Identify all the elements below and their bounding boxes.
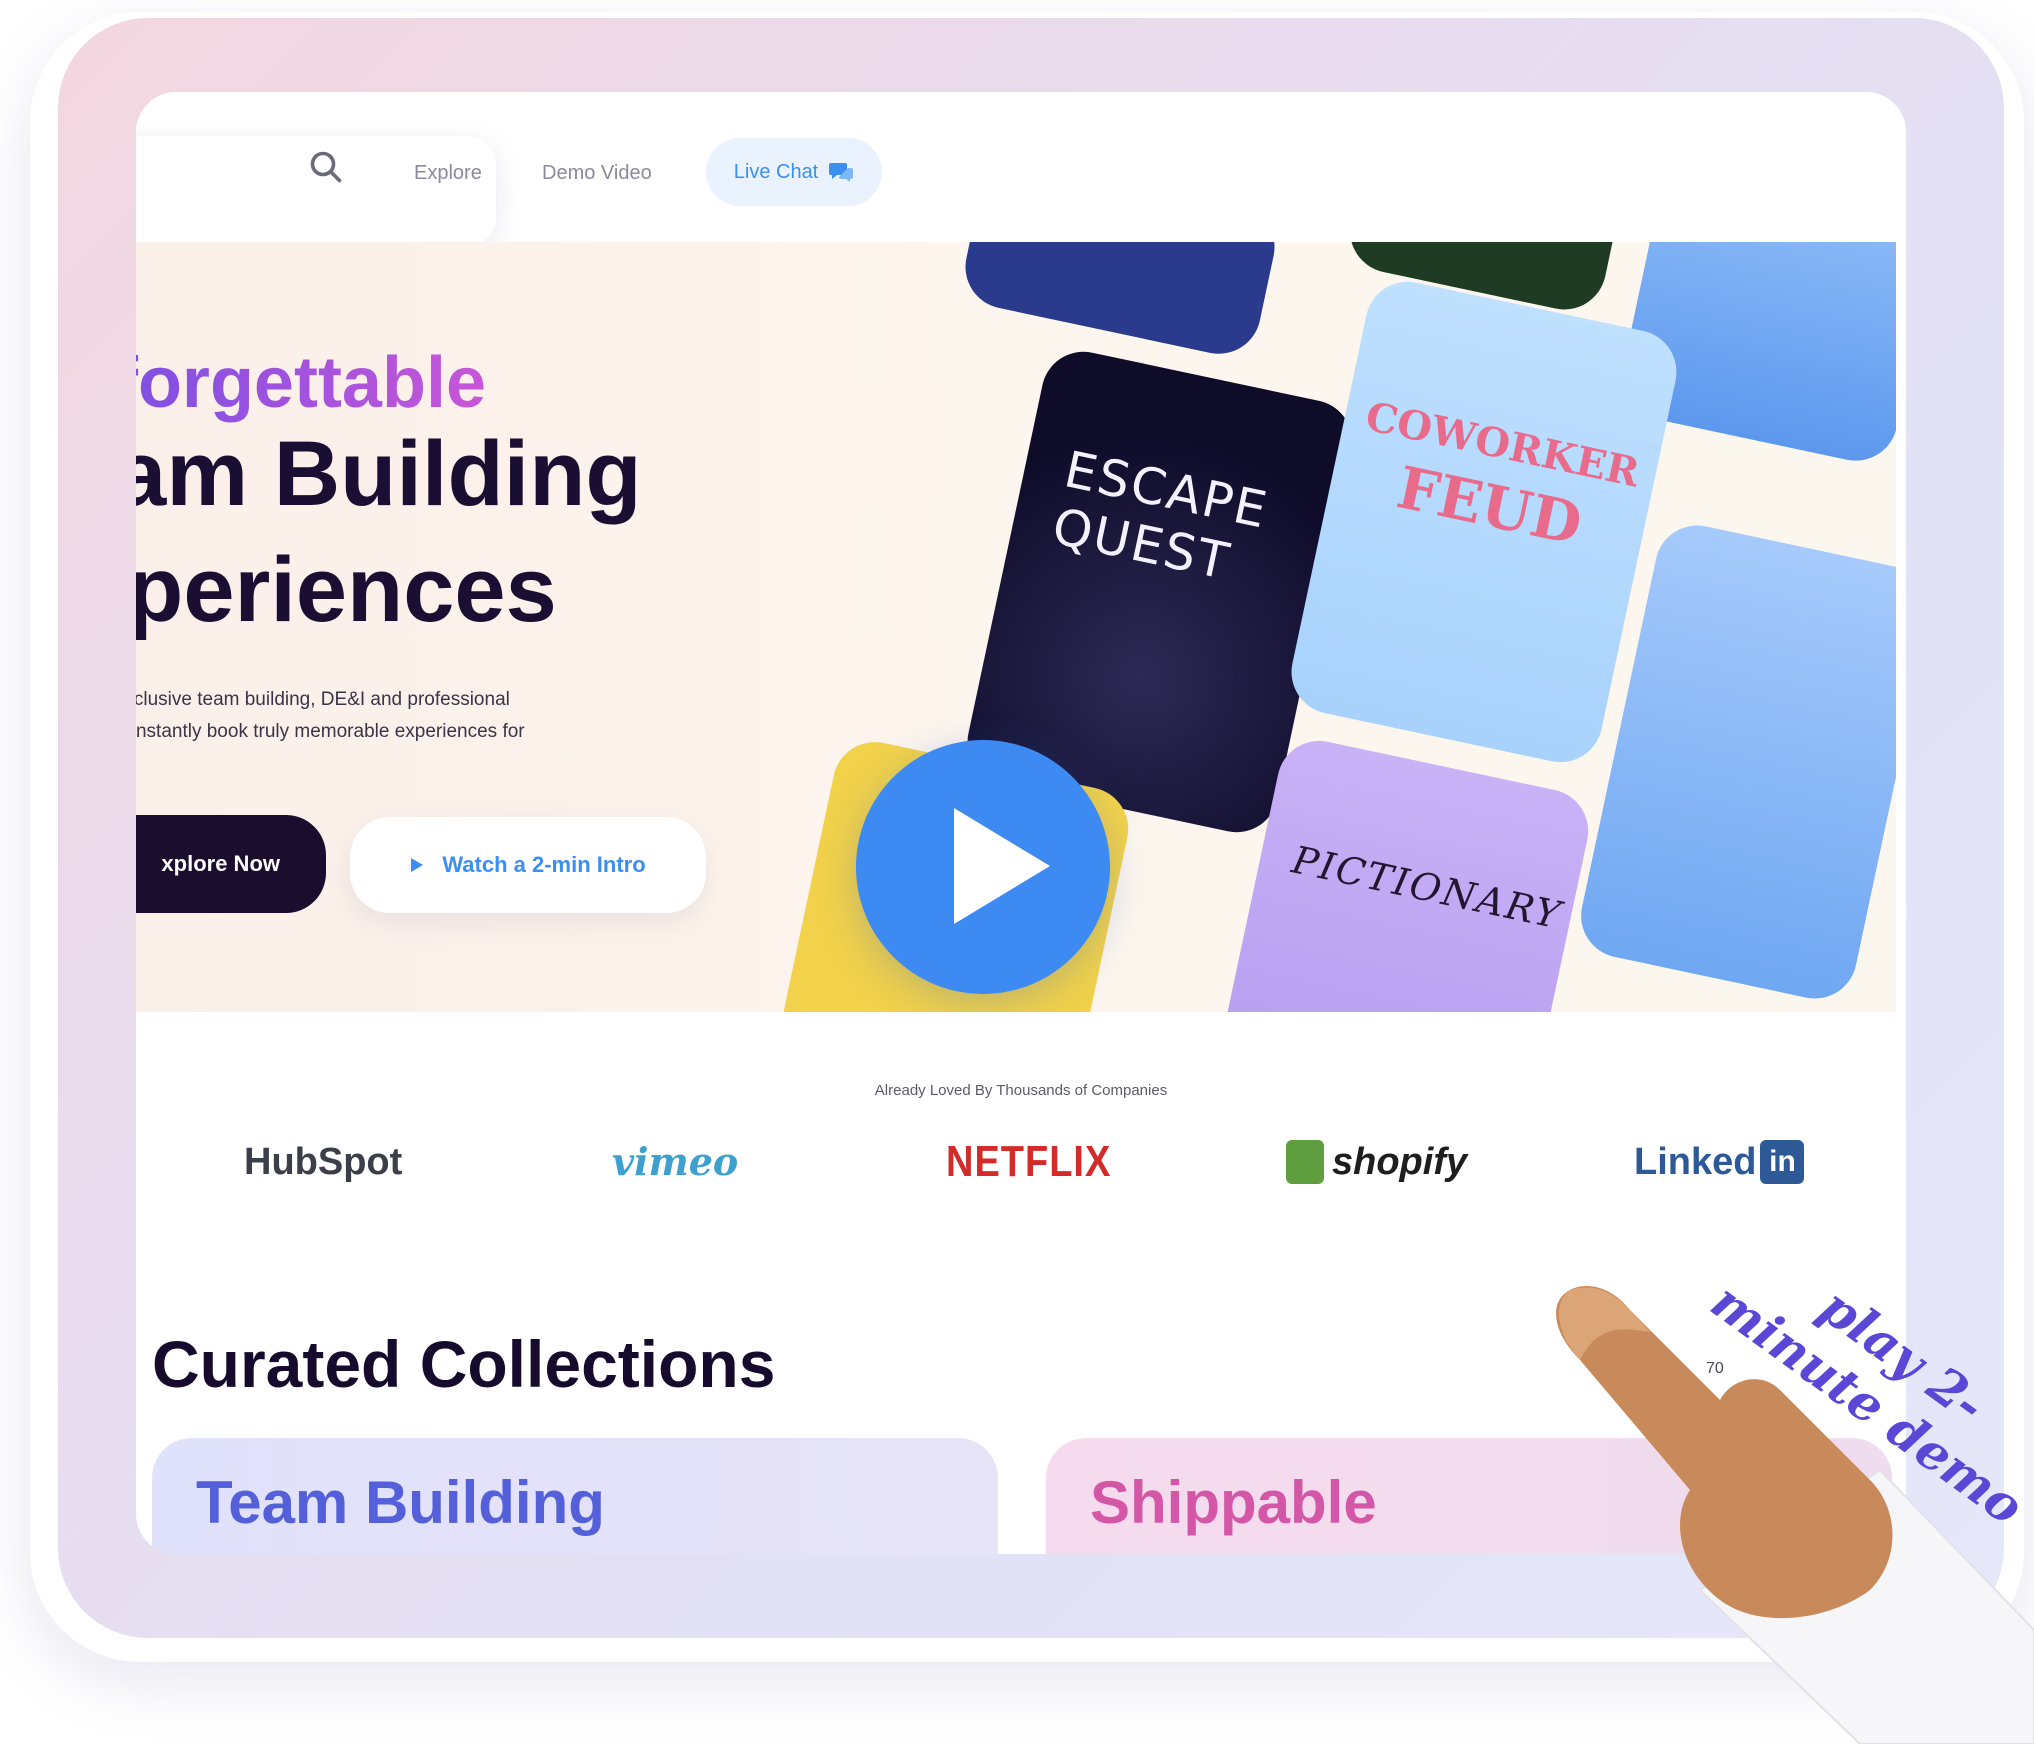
chat-bubble-icon: [829, 163, 854, 182]
hero-headline-line-3: xperiences: [136, 539, 557, 641]
hero-subtext-line: pment ideas and instantly book truly mem…: [136, 721, 525, 742]
nav-demo-video[interactable]: Demo Video: [542, 148, 652, 198]
escape-quest-title: ESCAPE QUEST: [1047, 440, 1306, 603]
hubspot-logo: HubSpot: [244, 1141, 403, 1183]
live-chat-label: Live Chat: [733, 160, 819, 183]
linkedin-wordmark: Linked: [1634, 1141, 1757, 1183]
shopify-wordmark: shopify: [1332, 1141, 1468, 1183]
experience-tile-coworker-feud[interactable]: COWORKER FEUD: [1283, 273, 1685, 771]
top-nav: Explore Demo Video Live Chat: [136, 92, 1906, 246]
play-video-button[interactable]: [856, 740, 1110, 994]
hero-section: unforgettable eam Building xperiences er…: [136, 242, 1896, 1012]
collection-card-team-building[interactable]: Team Building: [152, 1438, 998, 1554]
shopify-logo: shopify: [1286, 1132, 1467, 1192]
search-icon[interactable]: [308, 149, 344, 185]
hero-subtext-line: er hundreds of exclusive team building, …: [136, 689, 510, 710]
play-small-icon: [411, 858, 424, 872]
explore-now-button[interactable]: xplore Now: [136, 815, 326, 913]
live-chat-button[interactable]: Live Chat: [706, 138, 882, 206]
hero-subtext: er hundreds of exclusive team building, …: [136, 684, 786, 780]
experience-tile-office[interactable]: [957, 242, 1283, 362]
watch-intro-label: Watch a 2-min Intro: [442, 852, 646, 877]
coworker-feud-title: COWORKER FEUD: [1346, 386, 1646, 566]
collection-card-label: Shippable: [1090, 1469, 1377, 1536]
nav-explore[interactable]: Explore: [414, 148, 482, 198]
curated-collections-title: Curated Collections: [152, 1327, 776, 1401]
shopify-bag-icon: [1286, 1140, 1324, 1184]
hero-subtext-line: eam: [136, 748, 786, 780]
pictionary-title: PICTIONARY: [1288, 837, 1566, 938]
netflix-logo: NETFLIX: [946, 1137, 1112, 1187]
logos-caption: Already Loved By Thousands of Companies: [874, 1082, 1168, 1099]
watch-intro-button[interactable]: Watch a 2-min Intro: [350, 817, 706, 913]
hero-headline-accent: unforgettable: [136, 342, 486, 424]
hero-headline-line-2: eam Building: [136, 423, 642, 525]
play-icon: [954, 808, 1050, 924]
linkedin-in-icon: in: [1760, 1140, 1805, 1184]
collection-card-label: Team Building: [196, 1469, 605, 1536]
vimeo-logo: vimeo: [612, 1139, 739, 1184]
linkedin-logo: Linked in: [1634, 1132, 1805, 1192]
